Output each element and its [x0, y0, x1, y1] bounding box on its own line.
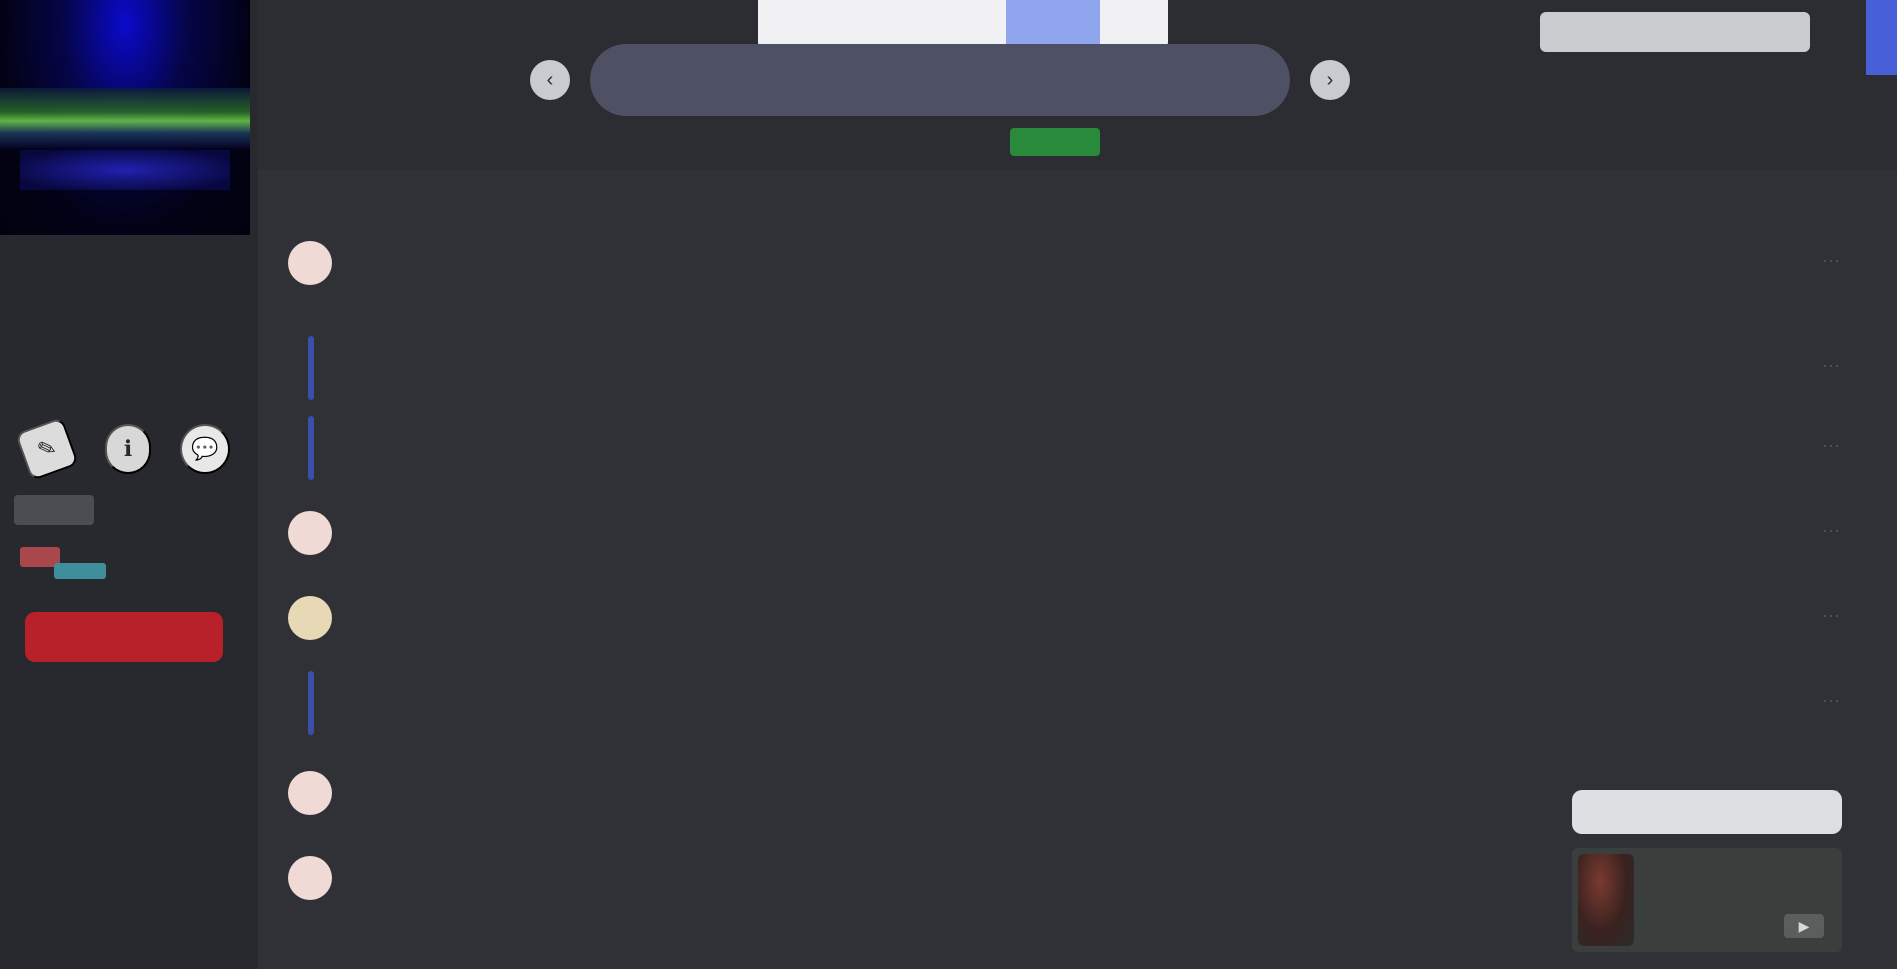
- search-sub-pill[interactable]: [1010, 128, 1100, 156]
- list-item[interactable]: ⋯: [258, 580, 1897, 660]
- search-bar: ‹ ›: [530, 44, 1538, 116]
- avatar[interactable]: [288, 511, 332, 555]
- mini-player-label[interactable]: [1572, 790, 1842, 834]
- primary-action-button[interactable]: [25, 612, 223, 662]
- avatar[interactable]: [288, 771, 332, 815]
- more-icon[interactable]: ⋯: [1819, 606, 1843, 630]
- mini-player-thumbnail: [1578, 854, 1634, 946]
- play-icon[interactable]: ▶: [1784, 914, 1824, 938]
- list-item[interactable]: ⋯: [258, 410, 1897, 490]
- info-icon: ℹ: [123, 436, 133, 461]
- more-icon[interactable]: ⋯: [1819, 691, 1843, 715]
- status-panel: [10, 495, 190, 585]
- info-button[interactable]: ℹ: [105, 424, 151, 474]
- list-item[interactable]: ⋯: [258, 665, 1897, 745]
- download-button[interactable]: [1006, 0, 1100, 48]
- chevron-left-icon: ‹: [546, 68, 554, 91]
- search-input[interactable]: [590, 44, 1290, 116]
- list-item[interactable]: ⋯: [258, 495, 1897, 575]
- top-bar: ‹ ›: [258, 0, 1897, 170]
- account-button[interactable]: [1540, 12, 1810, 52]
- thread-line: [308, 671, 314, 735]
- status-chip: [14, 495, 94, 525]
- list-item[interactable]: ⋯: [258, 225, 1897, 305]
- sidebar: ✎ ℹ 💬: [0, 0, 258, 969]
- mini-player[interactable]: ▶: [1572, 848, 1842, 952]
- status-chip-teal: [54, 563, 106, 579]
- more-icon[interactable]: ⋯: [1819, 251, 1843, 275]
- list-item[interactable]: ⋯: [258, 330, 1897, 410]
- chat-button[interactable]: 💬: [180, 424, 230, 474]
- avatar[interactable]: [288, 856, 332, 900]
- back-button[interactable]: ‹: [530, 60, 570, 100]
- edit-button[interactable]: ✎: [14, 416, 80, 482]
- download-banner: [758, 0, 1168, 48]
- cover-band-lower: [20, 150, 230, 190]
- more-icon[interactable]: ⋯: [1819, 521, 1843, 545]
- corner-button[interactable]: [1866, 0, 1897, 75]
- chat-icon: 💬: [191, 436, 219, 461]
- more-icon[interactable]: ⋯: [1819, 356, 1843, 380]
- avatar[interactable]: [288, 596, 332, 640]
- thread-line: [308, 336, 314, 400]
- chevron-right-icon: ›: [1326, 68, 1334, 91]
- forward-button[interactable]: ›: [1310, 60, 1350, 100]
- pencil-icon: ✎: [33, 433, 60, 464]
- more-icon[interactable]: ⋯: [1819, 436, 1843, 460]
- cover-band: [0, 88, 250, 148]
- thread-line: [308, 416, 314, 480]
- avatar[interactable]: [288, 241, 332, 285]
- cover-image[interactable]: [0, 0, 250, 235]
